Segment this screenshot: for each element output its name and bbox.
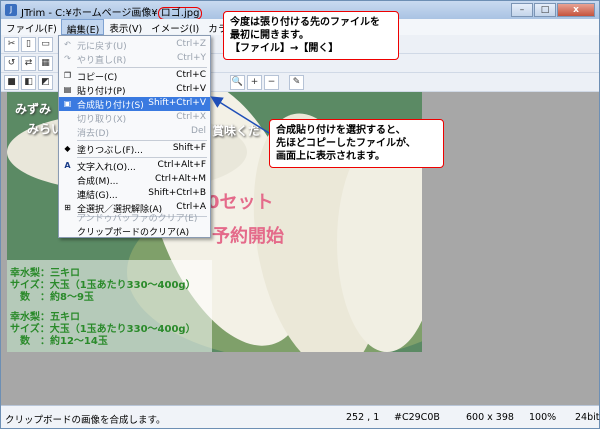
new-file-icon[interactable]: ▯ <box>21 37 36 52</box>
menu-item-fill[interactable]: ◆ 塗りつぶし(F)... Shift+F <box>59 142 210 156</box>
menu-separator <box>77 67 207 68</box>
close-button[interactable]: x <box>557 3 595 17</box>
menu-item-join[interactable]: 連結(G)... Shift+Ctrl+B <box>59 187 210 201</box>
promo-text-1: 0セット <box>207 192 274 213</box>
grid-icon[interactable]: ▦ <box>38 56 53 71</box>
app-window: J JTrim - C:¥ホームページ画像¥ ロゴ.jpg – □ x ファイル(… <box>0 0 600 429</box>
cut-icon[interactable]: ✂ <box>4 37 19 52</box>
zoom-in-icon[interactable]: + <box>247 75 262 90</box>
callout-line: 最初に開きます。 <box>230 30 309 41</box>
composite-paste-icon: ▣ <box>63 99 72 108</box>
redo-icon: ↷ <box>64 54 71 63</box>
callout-line: 先ほどコピーしたファイルが、 <box>276 138 416 149</box>
menu-separator <box>77 140 207 141</box>
window-title: JTrim - C:¥ホームページ画像¥ ロゴ.jpg <box>21 4 203 20</box>
menu-file[interactable]: ファイル(F) <box>1 19 61 35</box>
spec-panel: 幸水梨：三キロ サイズ：大玉（1玉あたり330〜400g） 数 ：約8〜9玉 幸… <box>7 260 212 352</box>
eyedropper-icon[interactable]: ✎ <box>289 75 304 90</box>
callout-line: 【ファイル】→【開く】 <box>230 43 339 54</box>
status-message: クリップボードの画像を合成します。 <box>5 415 166 426</box>
color-swatch-icon[interactable]: ■ <box>4 75 19 90</box>
app-icon: J <box>5 4 17 16</box>
status-color: #C29C0B <box>394 412 440 423</box>
open-file-icon[interactable]: ▭ <box>38 37 53 52</box>
menu-item-undo[interactable]: ↶ 元に戻す(U) Ctrl+Z <box>59 38 210 52</box>
title-path: JTrim - C:¥ホームページ画像¥ <box>21 8 158 19</box>
menu-edit[interactable]: 編集(E) <box>60 19 105 36</box>
window-controls: – □ x <box>511 3 595 17</box>
contrast-icon[interactable]: ◧ <box>21 75 36 90</box>
edit-menu-dropdown: ↶ 元に戻す(U) Ctrl+Z ↷ やり直し(R) Ctrl+Y ❐ コピー(C) Ctr… <box>58 35 211 238</box>
callout-composite-paste: 合成貼り付けを選択すると、 先ほどコピーしたファイルが、 画面上に表示されます。 <box>269 119 444 168</box>
menu-separator <box>77 157 207 158</box>
menu-view[interactable]: 表示(V) <box>104 19 146 35</box>
status-depth: 24bit <box>575 412 600 423</box>
zoom-out-icon[interactable]: − <box>264 75 279 90</box>
maximize-button[interactable]: □ <box>534 3 556 17</box>
spec-line: 数 ：約12〜14玉 <box>10 336 108 347</box>
menu-item-composite[interactable]: 合成(M)... Ctrl+Alt+M <box>59 173 210 187</box>
status-coords: 252 , 1 <box>346 412 380 423</box>
spec-line: 数 ：約8〜9玉 <box>10 292 94 303</box>
brightness-icon[interactable]: ◩ <box>38 75 53 90</box>
photo-text-line1: みずみ <box>15 102 52 116</box>
menu-item-redo[interactable]: ↷ やり直し(R) Ctrl+Y <box>59 52 210 66</box>
undo-icon: ↶ <box>64 40 71 49</box>
status-bar: クリップボードの画像を合成します。 252 , 1 #C29C0B 600 x … <box>1 405 599 428</box>
menu-item-paste[interactable]: ▤ 貼り付け(P) Ctrl+V <box>59 83 210 97</box>
menu-item-clear-clipboard[interactable]: クリップボードのクリア(A) <box>59 224 210 238</box>
menu-image[interactable]: イメージ(I) <box>146 19 203 35</box>
photo-text-right: 賞味くだ <box>212 124 261 138</box>
minimize-button[interactable]: – <box>511 3 533 17</box>
text-icon: A <box>64 161 71 170</box>
callout-line: 今度は張り付ける先のファイルを <box>230 17 380 28</box>
paste-icon: ▤ <box>63 85 72 94</box>
callout-line: 画面上に表示されます。 <box>276 151 385 162</box>
menu-item-composite-paste[interactable]: ▣ 合成貼り付け(S) Shift+Ctrl+V <box>59 97 210 111</box>
rotate-icon[interactable]: ↺ <box>4 56 19 71</box>
menu-item-cut[interactable]: 切り取り(X) Ctrl+X <box>59 111 210 125</box>
flip-icon[interactable]: ⇄ <box>21 56 36 71</box>
status-zoom: 100% <box>529 412 557 423</box>
callout-line: 合成貼り付けを選択すると、 <box>276 125 406 136</box>
promo-text-2: 予約開始 <box>212 226 284 247</box>
menu-item-copy[interactable]: ❐ コピー(C) Ctrl+C <box>59 69 210 83</box>
copy-icon: ❐ <box>63 71 72 80</box>
zoom-dropdown-icon[interactable]: 🔍 <box>230 75 245 90</box>
paint-bucket-icon: ◆ <box>64 144 71 153</box>
menu-item-text[interactable]: A 文字入れ(O)... Ctrl+Alt+F <box>59 159 210 173</box>
callout-open-file: 今度は張り付ける先のファイルを 最初に開きます。 【ファイル】→【開く】 <box>223 11 399 60</box>
menu-item-clear-undo[interactable]: アンドゥバッファのクリア(E) <box>59 210 210 224</box>
menu-item-delete[interactable]: 消去(D) Del <box>59 125 210 139</box>
status-size: 600 x 398 <box>466 412 514 423</box>
